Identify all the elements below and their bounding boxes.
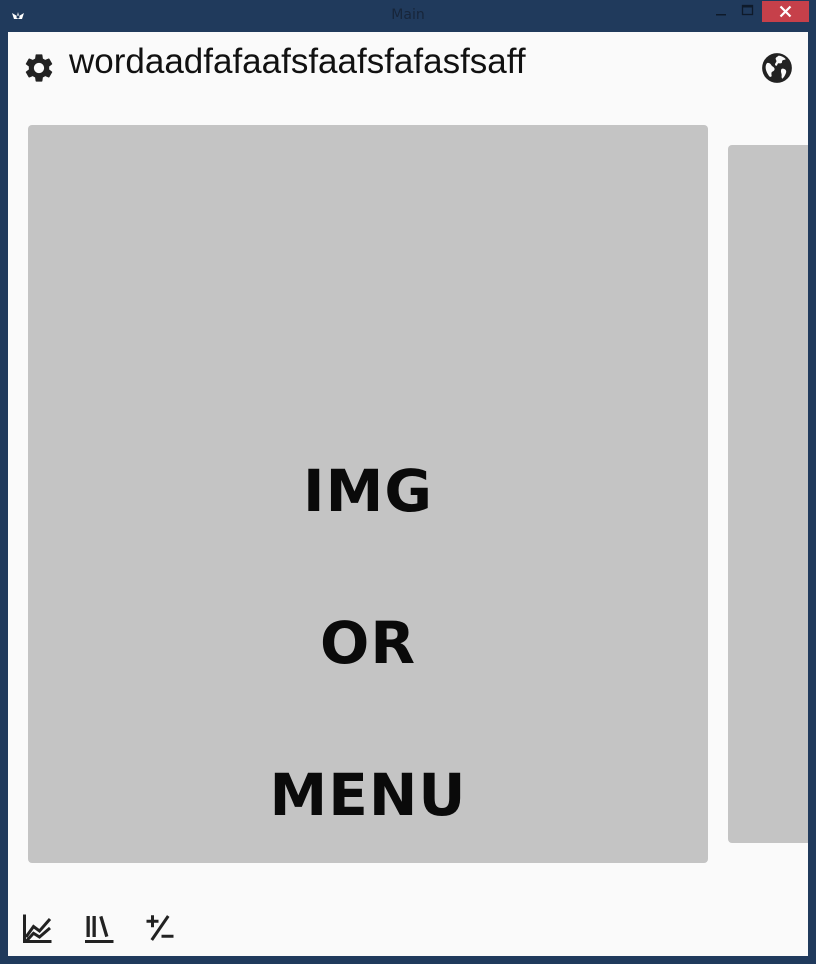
chart-button[interactable] bbox=[20, 910, 56, 946]
placeholder-line: OR bbox=[320, 609, 416, 677]
gear-icon[interactable] bbox=[22, 51, 56, 85]
plus-minus-button[interactable] bbox=[142, 910, 178, 946]
card-placeholder-text: IMG OR MENU bbox=[28, 377, 708, 909]
globe-icon[interactable] bbox=[760, 51, 794, 85]
maximize-icon bbox=[741, 4, 754, 16]
carousel-card-next[interactable] bbox=[728, 145, 808, 843]
carousel-card-main[interactable]: IMG OR MENU bbox=[28, 125, 708, 863]
bottom-toolbar bbox=[8, 902, 808, 952]
placeholder-line: MENU bbox=[269, 761, 467, 829]
page-title: wordaadfafaafsfaafsfafasfsaff bbox=[69, 42, 526, 81]
chart-line-icon bbox=[23, 914, 52, 943]
app-content: wordaadfafaafsfaafsfafasfsaff IMG OR MEN… bbox=[8, 32, 808, 956]
close-button[interactable] bbox=[762, 1, 809, 22]
library-icon bbox=[85, 915, 114, 943]
close-icon bbox=[779, 5, 792, 18]
window-titlebar[interactable]: Main bbox=[0, 0, 816, 32]
plus-minus-icon bbox=[146, 915, 174, 941]
minimize-button[interactable] bbox=[708, 0, 734, 22]
window-title: Main bbox=[391, 7, 425, 23]
placeholder-line: IMG bbox=[303, 457, 433, 525]
maximize-button[interactable] bbox=[736, 0, 760, 22]
library-button[interactable] bbox=[82, 910, 118, 946]
minimize-icon bbox=[716, 14, 726, 16]
